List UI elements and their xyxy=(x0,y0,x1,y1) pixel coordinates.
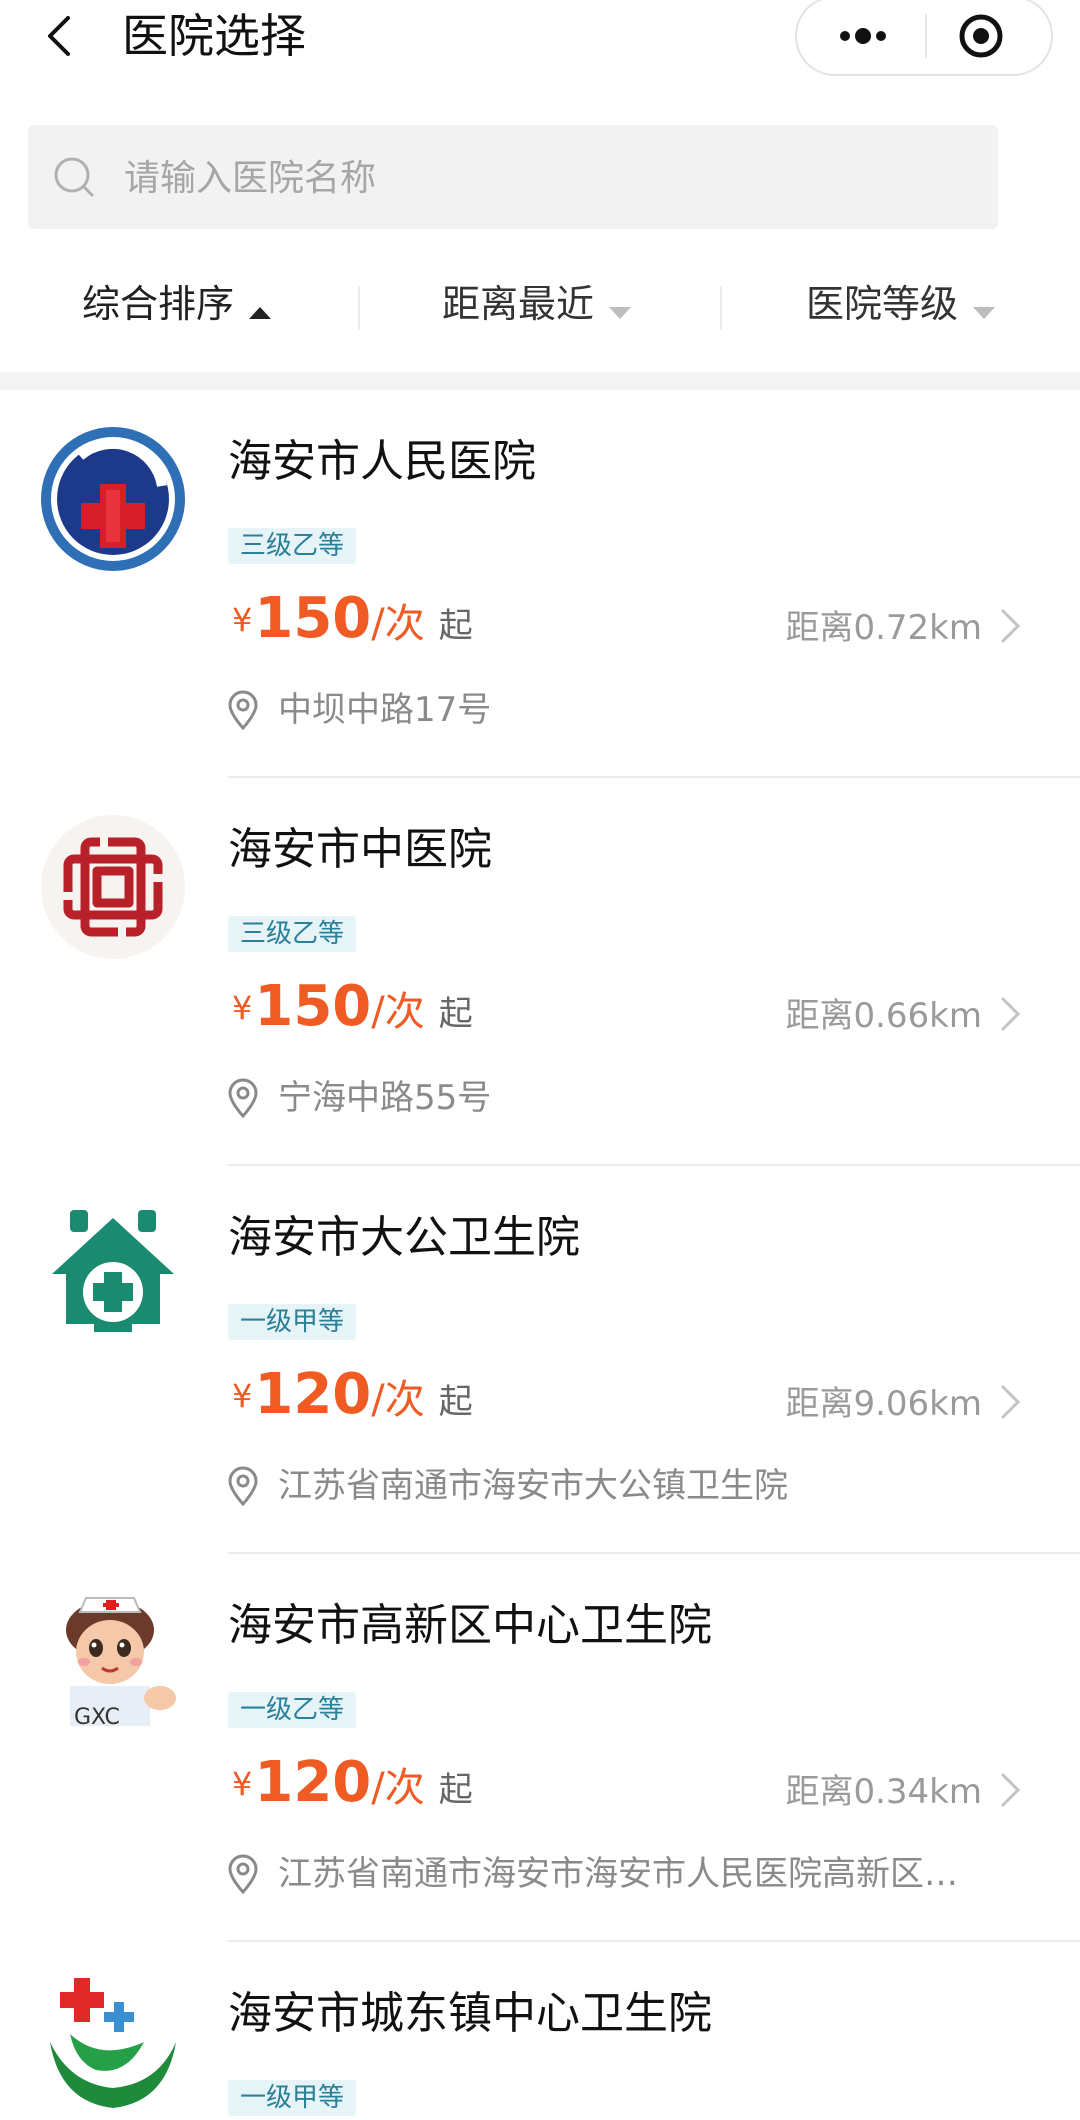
price: ¥150/次起 xyxy=(232,586,473,652)
price-unit: /次 xyxy=(371,989,425,1035)
chevron-right-icon xyxy=(1000,1772,1021,1808)
currency-symbol: ¥ xyxy=(232,1377,253,1415)
hospital-level-badge: 三级乙等 xyxy=(228,916,357,952)
location-pin-icon xyxy=(228,1078,258,1118)
filter-label: 综合排序 xyxy=(82,282,235,326)
green-hand-cross-logo xyxy=(40,1972,186,2120)
chevron-right-icon xyxy=(1000,608,1021,644)
price-suffix: 起 xyxy=(438,1770,473,1810)
green-house-cross-logo xyxy=(40,1202,186,1348)
currency-symbol: ¥ xyxy=(232,1765,253,1803)
filter-divider xyxy=(720,286,722,330)
hospital-level-badge: 一级甲等 xyxy=(228,2080,357,2116)
price-unit: /次 xyxy=(371,601,425,647)
currency-symbol: ¥ xyxy=(232,601,253,639)
page-title: 医院选择 xyxy=(122,9,306,63)
hospital-name: 海安市大公卫生院 xyxy=(228,1212,580,1263)
hospital-name: 海安市城东镇中心卫生院 xyxy=(228,1988,712,2039)
filter-nearest-distance[interactable]: 距离最近 xyxy=(442,280,632,331)
price: ¥120/次起 xyxy=(232,1362,473,1428)
section-divider xyxy=(0,372,1080,390)
hospital-cross-logo xyxy=(40,426,186,572)
hospital-card[interactable]: 海安市城东镇中心卫生院 一级甲等 xyxy=(0,1942,1080,2120)
hospital-name: 海安市中医院 xyxy=(228,824,492,875)
filter-label: 医院等级 xyxy=(806,282,959,326)
currency-symbol: ¥ xyxy=(232,989,253,1027)
price: ¥150/次起 xyxy=(232,974,473,1040)
mini-program-capsule xyxy=(795,0,1053,76)
svg-text:GXC: GXC xyxy=(74,1705,120,1730)
caret-down-icon xyxy=(608,283,632,331)
price-unit: /次 xyxy=(371,1765,425,1811)
distance-text: 距离0.66km xyxy=(785,996,982,1036)
hospital-address: 江苏省南通市海安市海安市人民医院高新区… xyxy=(278,1854,958,1894)
search-input[interactable] xyxy=(122,143,976,213)
hospital-name: 海安市人民医院 xyxy=(228,436,536,487)
chevron-right-icon xyxy=(1000,996,1021,1032)
back-arrow-icon[interactable] xyxy=(40,14,80,58)
search-icon xyxy=(54,157,94,197)
caret-up-icon xyxy=(248,283,272,331)
hospital-address: 宁海中路55号 xyxy=(278,1078,492,1118)
price-unit: /次 xyxy=(371,1377,425,1423)
price-amount: 120 xyxy=(254,1750,372,1815)
hospital-card[interactable]: 海安市大公卫生院 一级甲等 ¥120/次起 距离9.06km 江苏省南通市海安市… xyxy=(0,1166,1080,1554)
chinese-knot-logo xyxy=(40,814,186,960)
price-amount: 150 xyxy=(254,586,372,651)
hospital-level-badge: 一级乙等 xyxy=(228,1692,357,1728)
price-amount: 120 xyxy=(254,1362,372,1427)
location-pin-icon xyxy=(228,1854,258,1894)
location-pin-icon xyxy=(228,1466,258,1506)
chevron-right-icon xyxy=(1000,1384,1021,1420)
hospital-address: 中坝中路17号 xyxy=(278,690,492,730)
price-suffix: 起 xyxy=(438,606,473,646)
distance-text: 距离0.72km xyxy=(785,608,982,648)
location-pin-icon xyxy=(228,690,258,730)
nav-bar: 医院选择 xyxy=(0,0,1080,92)
distance-text: 距离0.34km xyxy=(785,1772,982,1812)
price-amount: 150 xyxy=(254,974,372,1039)
close-target-icon[interactable] xyxy=(957,12,1005,60)
hospital-card[interactable]: 海安市人民医院 三级乙等 ¥150/次起 距离0.72km 中坝中路17号 xyxy=(0,390,1080,778)
filter-divider xyxy=(358,286,360,330)
price-suffix: 起 xyxy=(438,1382,473,1422)
search-bar xyxy=(28,125,998,229)
caret-down-icon xyxy=(972,283,996,331)
filter-hospital-level[interactable]: 医院等级 xyxy=(806,280,996,331)
hospital-address: 江苏省南通市海安市大公镇卫生院 xyxy=(278,1466,788,1506)
hospital-name: 海安市高新区中心卫生院 xyxy=(228,1600,712,1651)
price: ¥120/次起 xyxy=(232,1750,473,1816)
hospital-level-badge: 一级甲等 xyxy=(228,1304,357,1340)
filter-comprehensive-sort[interactable]: 综合排序 xyxy=(82,280,272,331)
hospital-card[interactable]: 海安市中医院 三级乙等 ¥150/次起 距离0.66km 宁海中路55号 xyxy=(0,778,1080,1166)
distance-text: 距离9.06km xyxy=(785,1384,982,1424)
nurse-cartoon-logo: GXC xyxy=(40,1590,186,1736)
more-dots-icon[interactable] xyxy=(821,16,901,56)
filter-label: 距离最近 xyxy=(442,282,595,326)
price-suffix: 起 xyxy=(438,994,473,1034)
filter-bar: 综合排序 距离最近 医院等级 xyxy=(0,268,1080,352)
capsule-divider xyxy=(925,14,927,58)
hospital-level-badge: 三级乙等 xyxy=(228,528,357,564)
hospital-card[interactable]: GXC 海安市高新区中心卫生院 一级乙等 ¥120/次起 距离0.34km 江苏… xyxy=(0,1554,1080,1942)
